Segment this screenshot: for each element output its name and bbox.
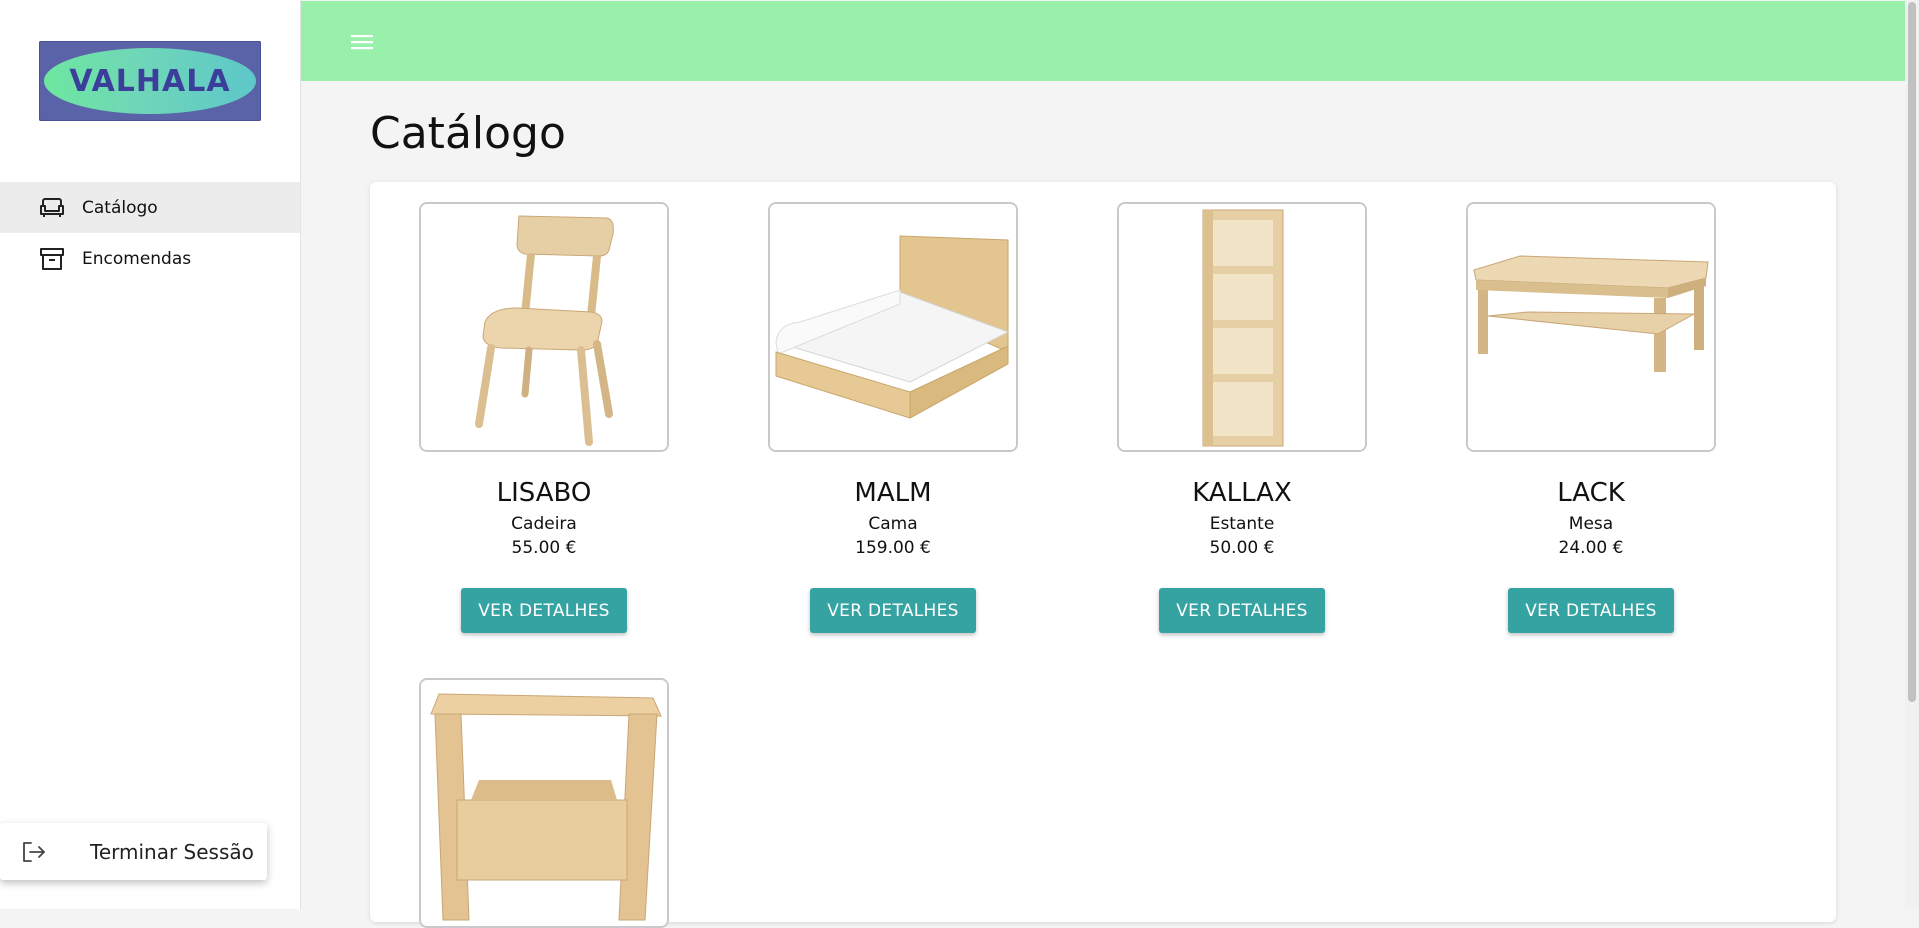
product-image-shelf[interactable] [1117,202,1367,452]
brand-logo[interactable]: VALHALA [39,41,261,121]
product-name: LISABO [496,478,592,508]
product-image-bed[interactable] [768,202,1018,452]
page-title: Catálogo [370,108,566,159]
product-name: KALLAX [1192,478,1292,508]
product-image-table[interactable] [1466,202,1716,452]
view-details-button[interactable]: VER DETALHES [461,588,627,633]
product-image-chair[interactable] [419,202,669,452]
sidebar-item-label: Encomendas [82,248,192,269]
archive-box-icon [38,245,66,273]
logo-text: VALHALA [69,63,231,99]
product-type: Mesa [1568,514,1614,534]
logout-label: Terminar Sessão [90,839,254,864]
view-details-button[interactable]: VER DETALHES [1508,588,1674,633]
logout-button[interactable]: Terminar Sessão [0,823,267,880]
view-details-button[interactable]: VER DETALHES [810,588,976,633]
product-card: MALM Cama 159.00 € VER DETALHES [768,202,1018,633]
product-type: Cama [868,514,918,534]
product-card: LISABO Cadeira 55.00 € VER DETALHES [419,202,669,633]
top-app-bar [301,1,1905,81]
sidebar-item-catalogo[interactable]: Catálogo [0,182,300,233]
product-type: Estante [1209,514,1275,534]
sofa-icon [38,194,66,222]
sidebar-nav: Catálogo Encomendas [0,182,300,284]
scrollbar-thumb[interactable] [1908,2,1916,702]
product-image-stool[interactable] [419,678,669,928]
product-card [419,678,669,928]
product-card: KALLAX Estante 50.00 € VER DETALHES [1117,202,1367,633]
product-price: 50.00 € [1209,538,1275,558]
product-grid: LISABO Cadeira 55.00 € VER DETALHES MALM… [370,182,1836,928]
product-price: 55.00 € [511,538,577,558]
logout-icon [20,838,48,866]
product-card: LACK Mesa 24.00 € VER DETALHES [1466,202,1716,633]
product-price: 24.00 € [1558,538,1624,558]
view-details-button[interactable]: VER DETALHES [1159,588,1325,633]
product-price: 159.00 € [855,538,931,558]
product-name: MALM [854,478,932,508]
product-type: Cadeira [511,514,577,534]
product-name: LACK [1557,478,1625,508]
page-scrollbar[interactable] [1905,0,1919,909]
sidebar-item-label: Catálogo [82,197,158,218]
hamburger-menu-icon[interactable] [347,27,377,57]
sidebar: VALHALA Catálogo Encomendas Terminar Ses… [0,0,301,909]
sidebar-item-encomendas[interactable]: Encomendas [0,233,300,284]
